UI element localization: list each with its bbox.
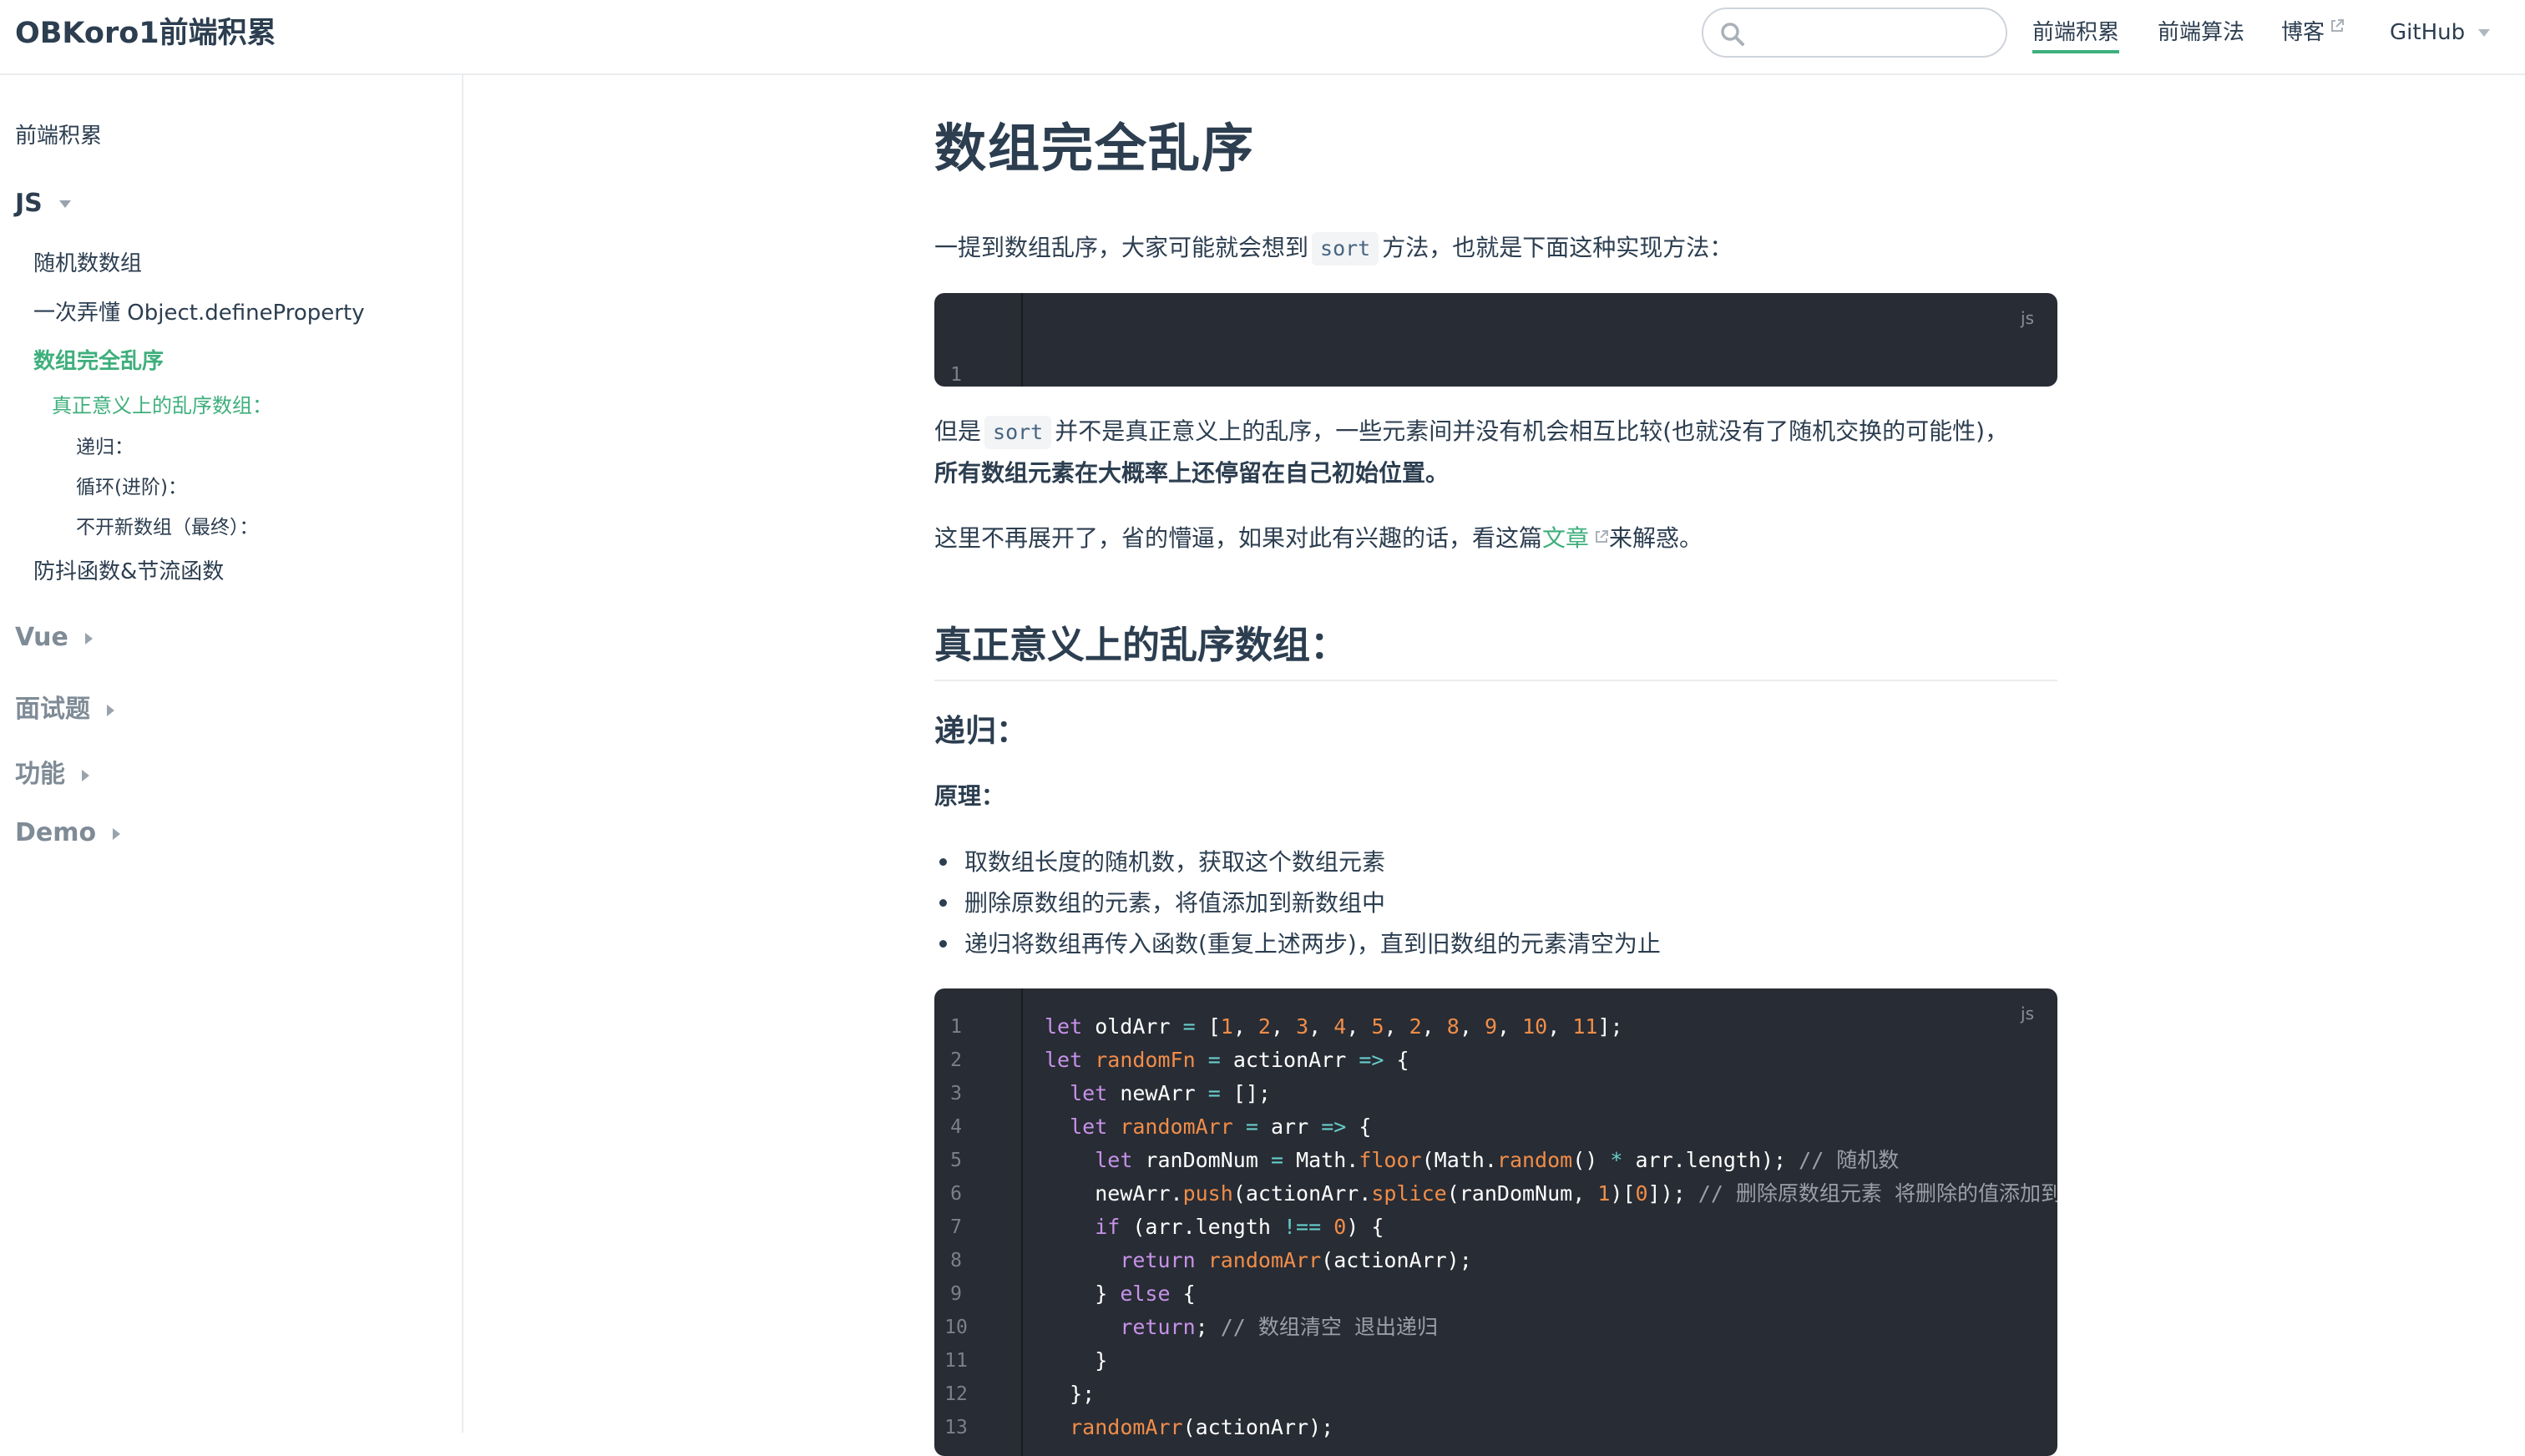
code-language-label: js bbox=[2021, 1004, 2034, 1024]
code-text: let ranDomNum = Math.floor(Math.random()… bbox=[1095, 1148, 1900, 1172]
sidebar-group-js[interactable]: JS bbox=[15, 189, 71, 218]
article-link-label: 文章 bbox=[1542, 524, 1590, 552]
line-number: 5 bbox=[950, 1150, 962, 1171]
intro-text: 方法，也就是下面这种实现方法： bbox=[1382, 234, 1733, 261]
article-link-paragraph: 这里不再展开了，省的懵逼，如果对此有兴趣的话，看这篇文章 来解惑。 bbox=[934, 518, 1703, 559]
code-text: randomArr(actionArr); bbox=[1070, 1415, 1334, 1439]
code-block-sort: js 1 arr.sort(() => 0.5 - Math.random())… bbox=[934, 293, 2057, 387]
chevron-down-icon bbox=[2478, 29, 2491, 37]
line-number: 6 bbox=[950, 1183, 962, 1205]
caret-right-icon bbox=[113, 827, 121, 840]
line-number: 3 bbox=[950, 1083, 962, 1105]
sidebar-subitem-true-shuffle[interactable]: 真正意义上的乱序数组： bbox=[52, 389, 272, 418]
list-item: 取数组长度的随机数，获取这个数组元素 bbox=[934, 842, 1661, 882]
code-text: let randomArr = arr => { bbox=[1070, 1115, 1372, 1139]
line-number: 7 bbox=[950, 1216, 962, 1238]
sidebar-item-frontend-accumulation[interactable]: 前端积累 bbox=[15, 119, 102, 149]
section-heading-true-shuffle: 真正意义上的乱序数组： bbox=[934, 616, 2057, 681]
external-link-icon bbox=[2331, 19, 2345, 32]
inline-code-sort: sort bbox=[1312, 232, 1379, 265]
paragraph-text: 但是 bbox=[934, 417, 982, 445]
code-text: } else { bbox=[1045, 1282, 1196, 1306]
list-item: 删除原数组的元素，将值添加到新数组中 bbox=[934, 882, 1661, 923]
external-link-icon bbox=[1596, 530, 1609, 543]
code-text: return; // 数组清空 退出递归 bbox=[1120, 1315, 1438, 1339]
paragraph-text: 这里不再展开了，省的懵逼，如果对此有兴趣的话，看这篇 bbox=[934, 524, 1543, 552]
principle-list: 取数组长度的随机数，获取这个数组元素 删除原数组的元素，将值添加到新数组中 递归… bbox=[934, 842, 1661, 964]
caret-right-icon bbox=[82, 769, 89, 781]
code-text: let randomFn = actionArr => { bbox=[1045, 1048, 1409, 1072]
sidebar-group-vue[interactable]: Vue bbox=[15, 623, 93, 652]
navbar: OBKoro1前端积累 前端积累 前端算法 博客 GitHub bbox=[0, 0, 2525, 75]
sidebar-group-label: 功能 bbox=[15, 760, 65, 789]
inline-code-sort: sort bbox=[984, 416, 1052, 449]
line-number: 10 bbox=[944, 1317, 968, 1338]
list-item: 递归将数组再传入函数(重复上述两步)，直到旧数组的元素清空为止 bbox=[934, 923, 1661, 964]
code-text: newArr.push(actionArr.splice(ranDomNum, … bbox=[1045, 1181, 2057, 1206]
code-text: let newArr = []; bbox=[1070, 1081, 1271, 1105]
nav-link-label: GitHub bbox=[2390, 20, 2466, 45]
code-text: return randomArr(actionArr); bbox=[1120, 1248, 1472, 1272]
nav-link-label: 前端算法 bbox=[2158, 20, 2245, 45]
sidebar-group-interview[interactable]: 面试题 bbox=[15, 688, 114, 725]
nav-link-label: 前端积累 bbox=[2032, 20, 2120, 45]
sidebar-item-random-array[interactable]: 随机数数组 bbox=[33, 246, 142, 277]
nav-dropdown-github[interactable]: GitHub bbox=[2390, 17, 2491, 48]
sort-explanation-paragraph: 但是 sort 并不是真正意义上的乱序，一些元素间并没有机会相互比较(也就没有了随机… bbox=[934, 411, 2008, 494]
paragraph-text: 并不是真正意义上的乱序，一些元素间并没有机会相互比较(也就没有了随机交换的可能性… bbox=[1055, 417, 2009, 445]
code-block-recursion: js 1 let oldArr = [1, 2, 3, 4, 5, 2, 8, 9… bbox=[934, 988, 2057, 1456]
line-number: 12 bbox=[944, 1383, 968, 1405]
sidebar-group-label: JS bbox=[15, 189, 43, 218]
sidebar-group-features[interactable]: 功能 bbox=[15, 753, 89, 790]
nav-link-frontend-algorithms[interactable]: 前端算法 bbox=[2158, 17, 2244, 48]
caret-right-icon bbox=[107, 704, 114, 716]
article-link[interactable]: 文章 bbox=[1542, 524, 1609, 552]
site-name[interactable]: OBKoro1前端积累 bbox=[15, 13, 276, 53]
intro-paragraph: 一提到数组乱序，大家可能就会想到 sort 方法，也就是下面这种实现方法： bbox=[934, 227, 1733, 269]
nav-link-frontend-accumulation[interactable]: 前端积累 bbox=[2032, 17, 2120, 53]
caret-down-icon bbox=[58, 200, 71, 208]
sidebar-group-label: 面试题 bbox=[15, 695, 90, 724]
sidebar-subitem-recursion[interactable]: 递归： bbox=[76, 431, 134, 459]
search-box[interactable] bbox=[1702, 8, 2007, 58]
code-line: 1 arr.sort(() => 0.5 - Math.random()); bbox=[934, 325, 1009, 386]
nav-link-blog[interactable]: 博客 bbox=[2281, 17, 2345, 48]
line-number: 2 bbox=[950, 1049, 962, 1071]
sidebar-group-label: Vue bbox=[15, 623, 68, 652]
code-text: let oldArr = [1, 2, 3, 4, 5, 2, 8, 9, 10… bbox=[1045, 1014, 1623, 1039]
search-input[interactable] bbox=[1758, 16, 1996, 51]
code-language-label: js bbox=[2021, 308, 2034, 328]
sidebar-item-debounce-throttle[interactable]: 防抖函数&节流函数 bbox=[33, 554, 224, 585]
code-text: }; bbox=[1045, 1382, 1096, 1406]
sidebar-group-demo[interactable]: Demo bbox=[15, 818, 121, 847]
paragraph-text: 来解惑。 bbox=[1609, 524, 1703, 552]
code-text: if (arr.length !== 0) { bbox=[1095, 1215, 1384, 1239]
nav-link-label: 博客 bbox=[2281, 20, 2325, 45]
caret-right-icon bbox=[84, 632, 93, 645]
principle-label: 原理： bbox=[934, 782, 1005, 810]
line-number: 1 bbox=[950, 364, 962, 386]
line-number: 4 bbox=[950, 1116, 962, 1138]
code-text: } bbox=[1045, 1348, 1108, 1373]
sidebar-item-define-property[interactable]: 一次弄懂 Object.defineProperty bbox=[33, 296, 365, 326]
sidebar: 前端积累 JS 随机数数组 一次弄懂 Object.defineProperty… bbox=[0, 75, 463, 1433]
line-number: 13 bbox=[944, 1417, 968, 1438]
sidebar-group-label: Demo bbox=[15, 818, 97, 847]
line-number: 1 bbox=[950, 1016, 962, 1038]
sidebar-subitem-no-new-array[interactable]: 不开新数组（最终）： bbox=[76, 511, 259, 539]
line-number: 8 bbox=[950, 1250, 962, 1271]
section-heading-recursion: 递归： bbox=[934, 713, 1027, 749]
line-number: 11 bbox=[944, 1350, 968, 1372]
search-icon bbox=[1721, 23, 1744, 46]
intro-text: 一提到数组乱序，大家可能就会想到 bbox=[934, 234, 1309, 261]
sidebar-subitem-loop[interactable]: 循环(进阶)： bbox=[76, 471, 187, 499]
sidebar-item-array-shuffle[interactable]: 数组完全乱序 bbox=[33, 344, 164, 375]
bold-text: 所有数组元素在大概率上还停留在自己初始位置。 bbox=[934, 459, 1450, 487]
page-title: 数组完全乱序 bbox=[934, 118, 1256, 179]
line-number: 9 bbox=[950, 1283, 962, 1305]
